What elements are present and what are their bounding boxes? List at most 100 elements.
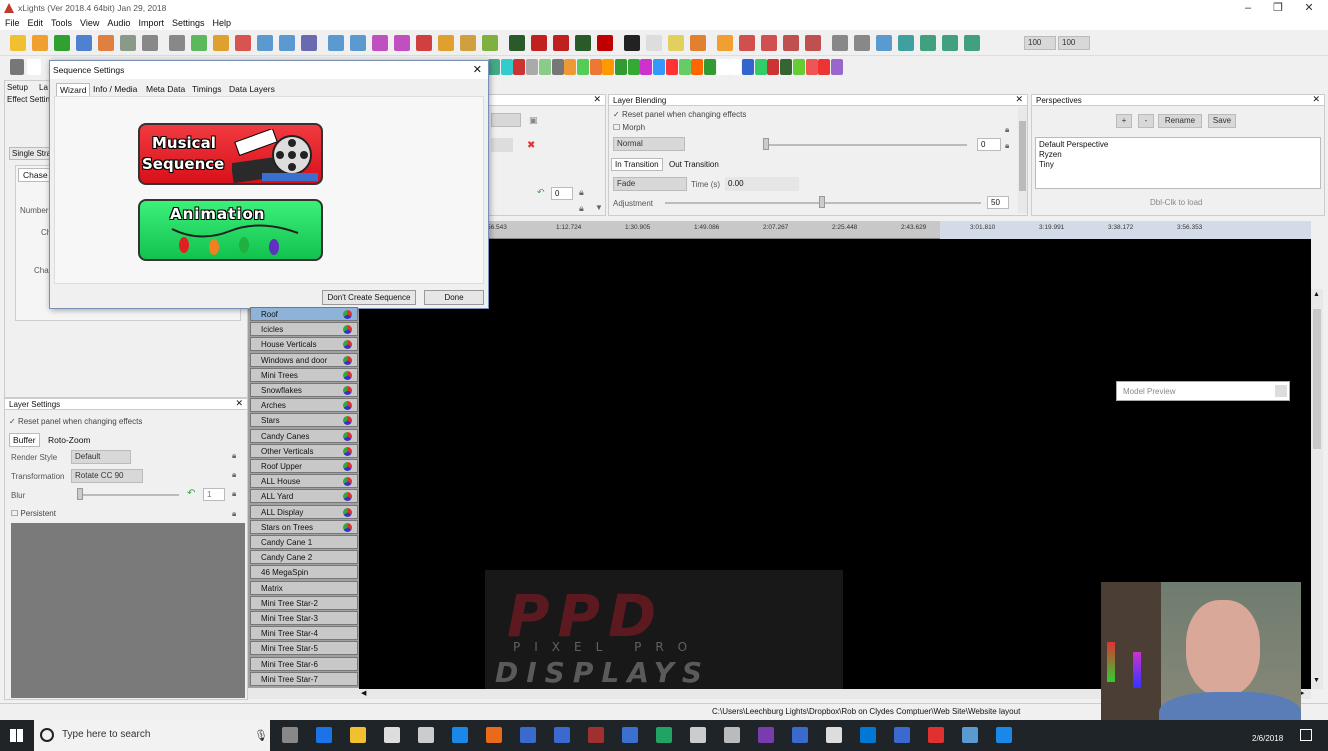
toolbar-tool-icon[interactable] bbox=[482, 35, 498, 51]
toolbar-tool-icon[interactable] bbox=[191, 35, 207, 51]
effect-palette-icon[interactable] bbox=[27, 59, 41, 75]
roto-zoom-tab[interactable]: Roto-Zoom bbox=[45, 434, 94, 446]
model-row[interactable]: Candy Canes bbox=[250, 428, 358, 443]
blend-reset-checkbox[interactable]: ✓ Reset panel when changing effects bbox=[613, 110, 746, 119]
blur-value-field[interactable]: 1 bbox=[203, 488, 225, 501]
musical-sequence-button[interactable]: Musical Sequence bbox=[138, 123, 323, 185]
toolbar-tool-icon[interactable] bbox=[350, 35, 366, 51]
menu-settings[interactable]: Settings bbox=[167, 16, 208, 28]
lock-icon-4[interactable]: 🔒︎ bbox=[232, 509, 236, 519]
toolbar-tool-icon[interactable] bbox=[257, 35, 273, 51]
taskbar-app-icon[interactable] bbox=[588, 727, 604, 743]
scroll-down-icon[interactable]: ▼ bbox=[595, 203, 603, 212]
lock-icon[interactable]: 🔒︎ bbox=[232, 451, 236, 461]
perspective-item[interactable]: Ryzen bbox=[1039, 150, 1317, 160]
effect-palette-icon[interactable] bbox=[729, 59, 742, 75]
model-row[interactable]: 46 MegaSpin bbox=[250, 565, 358, 580]
transition-type-select[interactable]: Fade bbox=[613, 177, 687, 191]
layout-tab[interactable]: La bbox=[39, 83, 48, 92]
menu-import[interactable]: Import bbox=[133, 16, 167, 28]
taskbar-app-icon[interactable] bbox=[316, 727, 332, 743]
taskbar-app-icon[interactable] bbox=[962, 727, 978, 743]
effect-palette-icon[interactable] bbox=[564, 59, 577, 75]
toolbar-tool-icon[interactable] bbox=[964, 35, 980, 51]
effect-palette-icon[interactable] bbox=[615, 59, 627, 75]
taskbar-app-icon[interactable] bbox=[384, 727, 400, 743]
mix-value-field[interactable]: 0 bbox=[977, 138, 1001, 151]
toolbar-tool-icon[interactable] bbox=[531, 35, 547, 51]
out-transition-tab[interactable]: Out Transition bbox=[666, 159, 722, 170]
menu-view[interactable]: View bbox=[75, 16, 102, 28]
toolbar-tool-icon[interactable] bbox=[876, 35, 892, 51]
wizard-tab[interactable]: Wizard bbox=[56, 83, 91, 96]
toolbar-tool-icon[interactable] bbox=[235, 35, 251, 51]
transition-time-field[interactable]: 0.00 bbox=[725, 177, 799, 191]
scroll-down-icon[interactable]: ▼ bbox=[1313, 677, 1320, 684]
toolbar-tool-icon[interactable] bbox=[279, 35, 295, 51]
save-perspective-button[interactable]: Save bbox=[1208, 114, 1236, 128]
menu-edit[interactable]: Edit bbox=[23, 16, 47, 28]
microphone-icon[interactable]: 🎙︎ bbox=[254, 729, 268, 742]
meta-data-tab[interactable]: Meta Data bbox=[143, 83, 188, 96]
effect-palette-icon[interactable] bbox=[576, 59, 589, 75]
model-row[interactable]: Mini Tree Star-7 bbox=[250, 671, 358, 686]
taskbar-app-icon[interactable] bbox=[894, 727, 910, 743]
effect-palette-icon[interactable] bbox=[551, 59, 564, 75]
info-media-tab[interactable]: Info / Media bbox=[90, 83, 140, 96]
effect-palette-icon[interactable] bbox=[767, 59, 780, 75]
scroll-up-icon[interactable]: ▲ bbox=[1313, 291, 1320, 298]
toolbar-tool-icon[interactable] bbox=[597, 35, 613, 51]
taskbar-app-icon[interactable] bbox=[350, 727, 366, 743]
blending-scrollbar[interactable] bbox=[1018, 107, 1027, 213]
menu-file[interactable]: File bbox=[0, 16, 23, 28]
layer-reset-checkbox[interactable]: ✓ Reset panel when changing effects bbox=[9, 417, 142, 426]
taskbar-app-icon[interactable] bbox=[554, 727, 570, 743]
effect-palette-icon[interactable] bbox=[754, 59, 767, 75]
perspective-item[interactable]: Tiny bbox=[1039, 160, 1317, 170]
color-value-field[interactable]: 0 bbox=[551, 187, 573, 200]
single-strand-tab[interactable]: Single Stra bbox=[9, 147, 55, 160]
lock-icon[interactable]: 🔒︎ bbox=[579, 187, 584, 198]
lock-icon-3[interactable]: 🔒︎ bbox=[232, 489, 236, 499]
taskbar-app-icon[interactable] bbox=[996, 727, 1012, 743]
palette-combo[interactable] bbox=[491, 113, 521, 127]
model-row[interactable]: Arches bbox=[250, 398, 358, 413]
close-icon[interactable]: ✕ bbox=[1015, 95, 1023, 104]
toolbar-tool-icon[interactable] bbox=[460, 35, 476, 51]
model-row[interactable]: Mini Tree Star-3 bbox=[250, 611, 358, 625]
close-window-button[interactable]: ✕ bbox=[1294, 0, 1324, 16]
effect-palette-icon[interactable] bbox=[627, 59, 640, 75]
transformation-select[interactable]: Rotate CC 90 bbox=[71, 469, 143, 483]
effect-palette-icon[interactable] bbox=[691, 59, 704, 75]
effect-palette-icon[interactable] bbox=[653, 59, 666, 75]
taskbar-search[interactable]: Type here to search 🎙︎ bbox=[34, 720, 270, 751]
buffer-tab[interactable]: Buffer bbox=[9, 433, 40, 447]
toolbar-tool-icon[interactable] bbox=[416, 35, 432, 51]
toolbar-tool-icon[interactable] bbox=[942, 35, 958, 51]
animation-button[interactable]: Animation bbox=[138, 199, 323, 261]
save-palette-icon[interactable]: ▣ bbox=[529, 115, 538, 126]
taskbar-app-icon[interactable] bbox=[520, 727, 536, 743]
model-row[interactable]: Roof Upper bbox=[250, 459, 358, 473]
rename-perspective-button[interactable]: Rename bbox=[1158, 114, 1202, 128]
model-row[interactable]: ALL Yard bbox=[250, 489, 358, 504]
reset-icon[interactable]: ↶ bbox=[187, 488, 195, 499]
model-row[interactable]: Windows and door bbox=[250, 352, 358, 367]
blur-slider[interactable] bbox=[79, 494, 179, 496]
toolbar-tool-icon[interactable] bbox=[54, 35, 70, 51]
mix-slider-thumb[interactable] bbox=[763, 138, 769, 150]
taskbar-app-icon[interactable] bbox=[826, 727, 842, 743]
toolbar-tool-icon[interactable] bbox=[372, 35, 388, 51]
toolbar-tool-icon[interactable] bbox=[668, 35, 684, 51]
model-row[interactable]: Mini Tree Star-6 bbox=[250, 656, 358, 671]
model-row[interactable]: House Verticals bbox=[250, 337, 358, 352]
toolbar-tool-icon[interactable] bbox=[646, 35, 662, 51]
add-perspective-button[interactable]: + bbox=[1116, 114, 1132, 128]
render-style-select[interactable]: Default bbox=[71, 450, 131, 464]
toolbar-tool-icon[interactable] bbox=[438, 35, 454, 51]
model-preview-close[interactable] bbox=[1275, 385, 1287, 397]
close-icon[interactable]: ✕ bbox=[235, 399, 243, 408]
toolbar-tool-icon[interactable] bbox=[213, 35, 229, 51]
taskbar-app-icon[interactable] bbox=[928, 727, 944, 743]
taskbar-app-icon[interactable] bbox=[486, 727, 502, 743]
